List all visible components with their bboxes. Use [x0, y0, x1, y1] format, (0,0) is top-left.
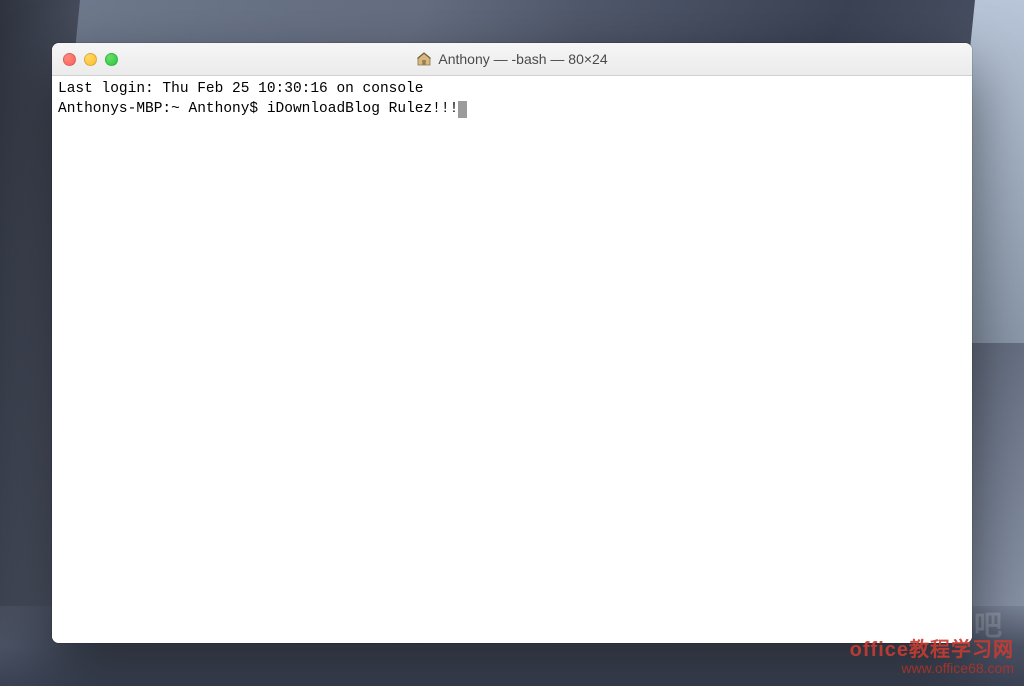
- watermark-faded-text: 下载吧: [914, 604, 1004, 644]
- minimize-button[interactable]: [84, 53, 97, 66]
- window-title: Anthony — -bash — 80×24: [416, 51, 607, 67]
- terminal-window: Anthony — -bash — 80×24 Last login: Thu …: [52, 43, 972, 643]
- home-folder-icon: [416, 51, 432, 67]
- last-login-line: Last login: Thu Feb 25 10:30:16 on conso…: [58, 81, 423, 97]
- command-input-text: iDownloadBlog Rulez!!!: [267, 101, 458, 117]
- close-button[interactable]: [63, 53, 76, 66]
- cursor-icon: [458, 101, 467, 118]
- shell-prompt: Anthonys-MBP:~ Anthony$: [58, 101, 267, 117]
- window-titlebar[interactable]: Anthony — -bash — 80×24: [52, 43, 972, 76]
- zoom-button[interactable]: [105, 53, 118, 66]
- traffic-lights: [52, 53, 118, 66]
- terminal-content-area[interactable]: Last login: Thu Feb 25 10:30:16 on conso…: [52, 76, 972, 643]
- window-title-text: Anthony — -bash — 80×24: [438, 51, 607, 67]
